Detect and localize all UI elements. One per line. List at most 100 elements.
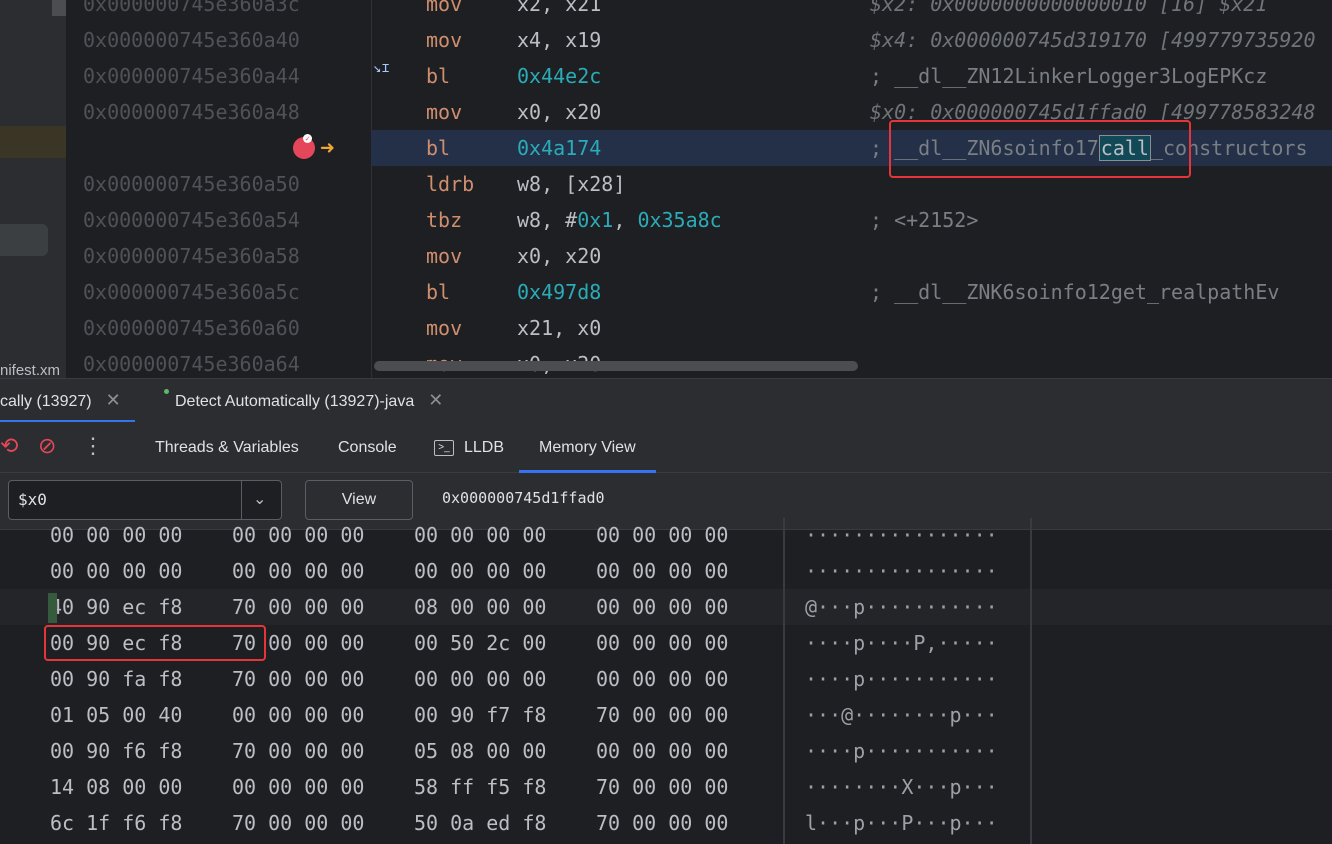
ascii-column[interactable]: ···@········p··· [805,697,998,733]
operands: w8, [x28] [517,172,626,196]
memory-row[interactable]: 00 90 fa f8 70 00 00 00 00 00 00 00 00 00 0… [0,661,1332,697]
address: 0x000000745e360a40 [83,28,300,52]
hex-byte-group[interactable]: 50 0a ed f8 [414,805,546,841]
operands: x4, x19 [517,28,602,52]
hex-byte-group[interactable]: 70 00 00 00 [596,697,728,733]
expression-combobox[interactable]: $x0 ⌄ [8,480,282,520]
memory-row[interactable]: 00 00 00 00 00 00 00 00 00 00 00 00 00 00 0… [0,517,1332,553]
tab-console[interactable]: Console [338,422,397,472]
hex-byte-group[interactable]: 14 08 00 00 [50,769,182,805]
operands: w8, #0x1, 0x35a8c [517,208,722,232]
hex-byte-group[interactable]: 01 05 00 40 [50,697,182,733]
address: 0x000000745e360a54 [83,208,300,232]
more-icon[interactable]: ⋮ [82,432,104,460]
ascii-column[interactable]: ········X···p··· [805,769,998,805]
close-icon[interactable]: ✕ [106,390,121,410]
mnemonic: ldrb [426,172,475,196]
ascii-column[interactable]: @···p··········· [805,589,998,625]
operands: 0x4a174 [517,136,602,160]
hex-byte-group[interactable]: 70 00 00 00 [232,661,364,697]
hex-byte-group[interactable]: 00 00 00 00 [596,589,728,625]
hex-byte-group[interactable]: 00 90 fa f8 [50,661,182,697]
hex-byte-group[interactable]: 00 00 00 00 [50,517,182,553]
disasm-row[interactable]: 0x000000745e360a58 mov x0, x20 [67,238,1332,274]
gutter[interactable]: ✓ ➜ [67,130,371,166]
expression-input[interactable]: $x0 [18,481,47,519]
address: 0x000000745e360a44 [83,64,300,88]
scrollbar-thumb[interactable] [52,0,66,16]
address: 0x000000745e360a60 [83,316,300,340]
hex-byte-group[interactable]: 00 00 00 00 [232,517,364,553]
tab-threads-variables[interactable]: Threads & Variables [155,422,299,472]
hex-byte-group[interactable]: 00 90 f6 f8 [50,733,182,769]
hex-byte-group[interactable]: 00 00 00 00 [414,661,546,697]
hex-byte-group[interactable]: 00 00 00 00 [596,661,728,697]
disasm-row[interactable]: 0x000000745e360a40 mov x4, x19 $x4: 0x00… [67,22,1332,58]
mute-breakpoints-icon[interactable]: ⊘ [38,432,56,460]
annotation-highlight-box [889,120,1191,178]
address: 0x000000745e360a58 [83,244,300,268]
ascii-column[interactable]: ····p··········· [805,661,998,697]
disasm-row[interactable]: 0x000000745e360a3c mov x2, x21 $x2: 0x00… [67,0,1332,22]
memory-row[interactable]: 40 90 ec f8 70 00 00 00 08 00 00 00 00 00 0… [0,589,1332,625]
hex-byte-group[interactable]: 70 00 00 00 [232,589,364,625]
close-icon[interactable]: ✕ [428,390,443,410]
mnemonic: mov [426,28,463,52]
ascii-right-border [1030,518,1032,844]
chevron-down-icon[interactable]: ⌄ [253,481,266,519]
hex-byte-group[interactable]: 00 00 00 00 [596,553,728,589]
hex-byte-group[interactable]: 00 00 00 00 [414,553,546,589]
ascii-column[interactable]: l···p···P···p··· [805,805,998,841]
hex-byte-group[interactable]: 00 00 00 00 [232,769,364,805]
disasm-row[interactable]: 0x000000745e360a60 mov x21, x0 [67,310,1332,346]
ascii-column[interactable]: ················ [805,517,998,553]
disasm-row[interactable]: 0x000000745e360a44 bl 0x44e2c ; __dl__ZN… [67,58,1332,94]
hex-byte-group[interactable]: 70 00 00 00 [596,769,728,805]
horizontal-scrollbar[interactable] [374,361,858,371]
session-tab-native[interactable]: cally (13927) ✕ [0,379,135,423]
ascii-column[interactable]: ················ [805,553,998,589]
hex-byte-group[interactable]: 40 90 ec f8 [50,589,182,625]
ascii-column[interactable]: ····p··········· [805,733,998,769]
tab-memory-view[interactable]: Memory View [519,422,656,473]
memory-row[interactable]: 00 90 f6 f8 70 00 00 00 05 08 00 00 00 00 0… [0,733,1332,769]
mnemonic: tbz [426,208,463,232]
hex-byte-group[interactable]: 00 90 f7 f8 [414,697,546,733]
project-item-pill[interactable] [0,224,48,256]
memory-row[interactable]: 01 05 00 40 00 00 00 00 00 90 f7 f8 70 00 0… [0,697,1332,733]
truncated-file-label[interactable]: nifest.xm [0,362,66,379]
hex-byte-group[interactable]: 00 50 2c 00 [414,625,546,661]
mnemonic: mov [426,316,463,340]
hex-byte-group[interactable]: 70 00 00 00 [232,805,364,841]
hex-byte-group[interactable]: 05 08 00 00 [414,733,546,769]
session-tab-java[interactable]: Detect Automatically (13927)-java ✕ [164,379,443,422]
hex-byte-group[interactable]: 00 00 00 00 [596,625,728,661]
rerun-icon[interactable]: ⟲ [0,432,18,460]
hex-byte-group[interactable]: 58 ff f5 f8 [414,769,546,805]
disasm-row[interactable]: 0x000000745e360a5c bl 0x497d8 ; __dl__ZN… [67,274,1332,310]
view-button[interactable]: View [305,480,413,520]
hex-byte-group[interactable]: 00 00 00 00 [232,697,364,733]
hex-byte-group[interactable]: 70 00 00 00 [596,805,728,841]
address: 0x000000745e360a48 [83,100,300,124]
hex-byte-group[interactable]: 00 00 00 00 [50,553,182,589]
session-tab-bar: cally (13927) ✕ Detect Automatically (139… [0,378,1332,423]
hex-byte-group[interactable]: 00 00 00 00 [596,517,728,553]
step-cursor-icon: ↘ɪ [373,60,390,76]
ascii-column[interactable]: ····p····P,····· [805,625,998,661]
operands: 0x44e2c [517,64,602,88]
tab-lldb[interactable]: >_ LLDB [434,422,504,472]
memory-row[interactable]: 00 00 00 00 00 00 00 00 00 00 00 00 00 00 0… [0,553,1332,589]
hex-byte-group[interactable]: 00 00 00 00 [596,733,728,769]
hex-byte-group[interactable]: 08 00 00 00 [414,589,546,625]
memory-row[interactable]: 14 08 00 00 00 00 00 00 58 ff f5 f8 70 00 0… [0,769,1332,805]
hex-byte-group[interactable]: 00 00 00 00 [232,553,364,589]
address: 0x000000745e360a64 [83,352,300,376]
session-tab-label: cally (13927) [0,393,92,410]
hex-byte-group[interactable]: 6c 1f f6 f8 [50,805,182,841]
disasm-row[interactable]: 0x000000745e360a54 tbz w8, #0x1, 0x35a8c… [67,202,1332,238]
hex-byte-group[interactable]: 70 00 00 00 [232,733,364,769]
hex-byte-group[interactable]: 00 00 00 00 [414,517,546,553]
memory-row[interactable]: 6c 1f f6 f8 70 00 00 00 50 0a ed f8 70 00 0… [0,805,1332,841]
tab-label: LLDB [464,439,505,456]
